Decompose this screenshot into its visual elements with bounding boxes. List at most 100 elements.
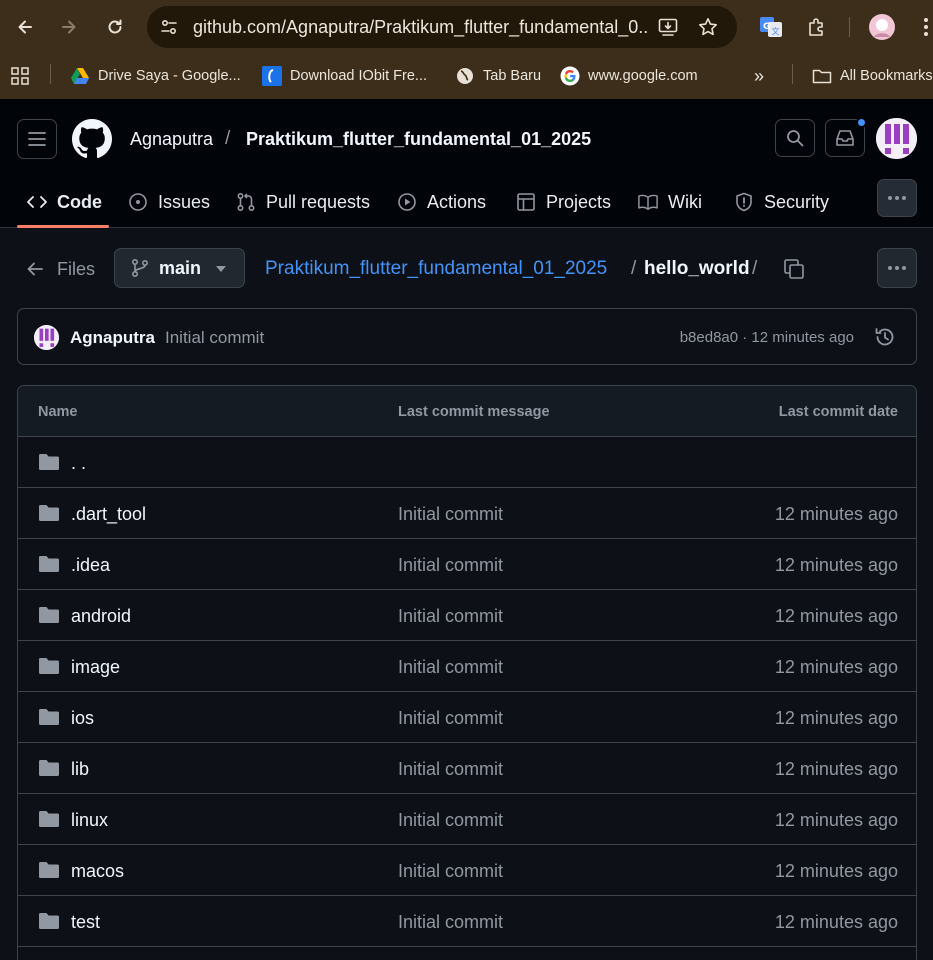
folder-icon — [38, 809, 60, 829]
breadcrumb-repo-link[interactable]: Praktikum_flutter_fundamental_01_2025 — [265, 258, 607, 280]
tab-code[interactable]: Code — [27, 186, 102, 218]
url-text[interactable]: github.com/Agnaputra/Praktikum_flutter_f… — [193, 17, 648, 38]
commit-author-link[interactable]: Agnaputra — [70, 328, 155, 348]
header-date: Last commit date — [778, 404, 898, 420]
file-name-link[interactable]: test — [71, 912, 100, 933]
address-bar[interactable]: github.com/Agnaputra/Praktikum_flutter_f… — [147, 6, 737, 48]
commit-message-link[interactable]: Initial commit — [398, 708, 503, 729]
back-button[interactable] — [11, 13, 39, 41]
google-icon — [560, 66, 580, 86]
kebab-horizontal-icon — [888, 196, 906, 200]
commit-message-link[interactable]: Initial commit — [398, 912, 503, 933]
menu-button[interactable] — [17, 119, 57, 159]
inbox-icon — [836, 130, 854, 146]
tab-pull-requests[interactable]: Pull requests — [236, 186, 370, 218]
file-name-link[interactable]: macos — [71, 861, 124, 882]
table-row[interactable]: macos Initial commit 12 minutes ago — [18, 845, 916, 896]
apps-grid-icon[interactable] — [10, 64, 30, 88]
tab-label: Code — [57, 191, 102, 212]
repo-owner-link[interactable]: Agnaputra — [130, 129, 213, 150]
menu-dots-icon[interactable] — [918, 13, 933, 41]
file-options-button[interactable] — [877, 248, 917, 288]
tab-label: Projects — [546, 191, 612, 212]
bookmark-iobit[interactable]: Download IObit Fre... — [262, 64, 427, 88]
table-row[interactable]: ios Initial commit 12 minutes ago — [18, 692, 916, 743]
file-name-link[interactable]: ios — [71, 708, 94, 729]
files-toggle-button[interactable]: Files — [27, 258, 95, 280]
folder-icon — [38, 554, 60, 574]
branch-selector[interactable]: main — [114, 248, 245, 288]
user-avatar[interactable] — [876, 118, 917, 159]
tab-projects[interactable]: Projects — [516, 186, 611, 218]
bookmark-star-icon[interactable] — [697, 16, 719, 38]
commit-message-link[interactable]: Initial commit — [398, 504, 503, 525]
table-row[interactable]: test Initial commit 12 minutes ago — [18, 896, 916, 947]
tab-label: Wiki — [668, 191, 702, 212]
commit-author-avatar[interactable] — [34, 325, 59, 350]
tab-security[interactable]: Security — [734, 186, 829, 218]
file-name-link[interactable]: image — [71, 657, 120, 678]
github-logo-icon[interactable] — [72, 119, 112, 159]
bookmark-drive[interactable]: Drive Saya - Google... — [70, 64, 241, 88]
file-name-link[interactable]: linux — [71, 810, 108, 831]
commit-message-link[interactable]: Initial commit — [398, 555, 503, 576]
folder-icon — [38, 911, 60, 931]
copy-path-button[interactable] — [781, 256, 807, 282]
commit-message-link[interactable]: Initial commit — [165, 328, 264, 348]
folder-icon — [38, 605, 60, 625]
search-button[interactable] — [775, 119, 815, 157]
site-settings-icon[interactable] — [157, 15, 181, 39]
commit-message-link[interactable]: Initial commit — [398, 861, 503, 882]
table-row[interactable]: android Initial commit 12 minutes ago — [18, 590, 916, 641]
commit-date: 12 minutes ago — [774, 708, 898, 728]
files-label: Files — [57, 258, 96, 279]
file-name-link[interactable]: lib — [71, 759, 89, 780]
tab-wiki[interactable]: Wiki — [638, 186, 702, 218]
commit-message-link[interactable]: Initial commit — [398, 657, 503, 678]
all-bookmarks-button[interactable]: All Bookmarks — [812, 64, 933, 88]
bookmark-label: www.google.com — [588, 68, 698, 84]
commit-date: 12 minutes ago — [774, 912, 898, 932]
table-row[interactable]: lib Initial commit 12 minutes ago — [18, 743, 916, 794]
file-table: Name Last commit message Last commit dat… — [17, 385, 917, 960]
extensions-icon[interactable] — [803, 13, 831, 41]
forward-button[interactable] — [55, 13, 83, 41]
commit-hash-time[interactable]: b8ed8a0 · 12 minutes ago — [680, 329, 854, 346]
svg-text:G: G — [763, 22, 770, 32]
commit-message-link[interactable]: Initial commit — [398, 810, 503, 831]
commit-message-link[interactable]: Initial commit — [398, 606, 503, 627]
tab-label: Issues — [158, 191, 211, 212]
install-app-icon[interactable] — [657, 16, 679, 38]
file-name-link[interactable]: android — [71, 606, 131, 627]
table-header: Name Last commit message Last commit dat… — [18, 386, 916, 437]
bookmarks-overflow-button[interactable]: » — [754, 64, 764, 88]
profile-avatar[interactable] — [868, 13, 896, 41]
bookmark-tab-baru[interactable]: Tab Baru — [455, 64, 541, 88]
folder-icon — [38, 503, 60, 523]
table-row[interactable]: image Initial commit 12 minutes ago — [18, 641, 916, 692]
book-icon — [638, 192, 658, 212]
google-translate-icon[interactable]: G文 — [757, 13, 785, 41]
tab-actions[interactable]: Actions — [397, 186, 486, 218]
repo-tabs: Code Issues Pull requests Actions Projec… — [0, 179, 933, 227]
reload-button[interactable] — [101, 13, 129, 41]
table-row[interactable]: linux Initial commit 12 minutes ago — [18, 794, 916, 845]
file-name-link[interactable]: . . — [71, 453, 86, 474]
tab-issues[interactable]: Issues — [128, 186, 210, 218]
tabs-overflow-button[interactable] — [877, 179, 917, 217]
file-name-link[interactable]: .idea — [71, 555, 110, 576]
repo-name-link[interactable]: Praktikum_flutter_fundamental_01_2025 — [246, 129, 591, 150]
table-row[interactable]: .idea Initial commit 12 minutes ago — [18, 539, 916, 590]
browser-chrome: github.com/Agnaputra/Praktikum_flutter_f… — [0, 0, 933, 99]
header-message: Last commit message — [398, 404, 550, 420]
file-name-link[interactable]: .dart_tool — [71, 504, 146, 525]
table-row[interactable]: . . — [18, 437, 916, 488]
notification-dot — [856, 117, 867, 128]
branch-name: main — [159, 257, 202, 278]
commit-date: 12 minutes ago — [774, 555, 898, 575]
table-row[interactable]: .dart_tool Initial commit 12 minutes ago — [18, 488, 916, 539]
history-icon[interactable] — [874, 326, 896, 348]
folder-icon — [38, 758, 60, 778]
bookmark-google[interactable]: www.google.com — [560, 64, 698, 88]
commit-message-link[interactable]: Initial commit — [398, 759, 503, 780]
